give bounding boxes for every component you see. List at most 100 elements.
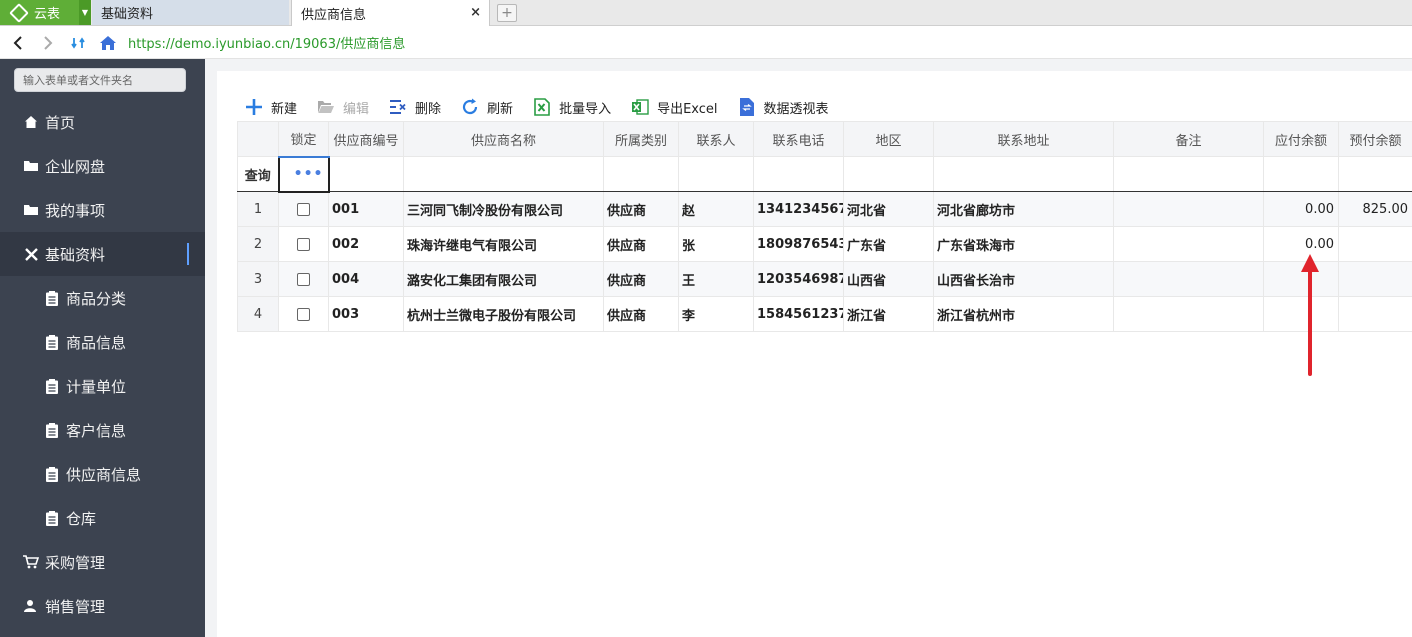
lock-checkbox-cell[interactable] (278, 191, 329, 227)
category-cell[interactable]: 供应商 (603, 296, 679, 332)
pivot-table-button[interactable]: 数据透视表 (738, 98, 829, 117)
filter-cell[interactable] (328, 156, 404, 192)
column-header-contact[interactable]: 联系人 (678, 121, 754, 157)
edit-button[interactable]: 编辑 (317, 98, 369, 117)
batch-import-button[interactable]: 批量导入 (533, 98, 611, 117)
sidebar-item-product-category[interactable]: 商品分类 (0, 276, 205, 320)
sidebar-item-purchasing[interactable]: 采购管理 (0, 540, 205, 584)
remark-cell[interactable] (1113, 226, 1264, 262)
app-menu-tab[interactable]: 云表 (0, 0, 79, 25)
filter-cell[interactable] (1338, 156, 1412, 192)
table-row[interactable]: 2 002 珠海许继电气有限公司 供应商 张 1809876543 广东省 广东… (237, 226, 1412, 262)
column-header-payable[interactable]: 应付余额 (1263, 121, 1339, 157)
forward-icon[interactable] (36, 31, 60, 55)
address-cell[interactable]: 浙江省杭州市 (933, 296, 1114, 332)
sidebar-search-input[interactable]: 输入表单或者文件夹名 (14, 68, 186, 92)
column-header-supplier-name[interactable]: 供应商名称 (403, 121, 604, 157)
new-button[interactable]: 新建 (245, 98, 297, 117)
column-header-region[interactable]: 地区 (843, 121, 934, 157)
url-text[interactable]: https://demo.iyunbiao.cn/19063/供应商信息 (128, 33, 405, 52)
table-row[interactable]: 1 001 三河同飞制冷股份有限公司 供应商 赵 1341234567 河北省 … (237, 191, 1412, 227)
more-icon[interactable]: ••• (294, 166, 324, 182)
phone-cell[interactable]: 1341234567 (753, 191, 844, 227)
lock-filter-cell[interactable]: ••• (277, 155, 330, 193)
lock-checkbox-cell[interactable] (278, 296, 329, 332)
category-cell[interactable]: 供应商 (603, 261, 679, 297)
filter-cell[interactable] (403, 156, 604, 192)
prepaid-cell[interactable] (1338, 226, 1412, 262)
filter-cell[interactable] (843, 156, 934, 192)
reload-icon[interactable] (66, 31, 90, 55)
lock-checkbox[interactable] (297, 202, 310, 216)
phone-cell[interactable]: 1203546987 (753, 261, 844, 297)
back-icon[interactable] (6, 31, 30, 55)
lock-checkbox[interactable] (297, 237, 310, 251)
phone-cell[interactable]: 1584561237 (753, 296, 844, 332)
new-tab-icon[interactable]: + (497, 4, 517, 22)
region-cell[interactable]: 广东省 (843, 226, 934, 262)
lock-checkbox-cell[interactable] (278, 261, 329, 297)
column-header-remark[interactable]: 备注 (1113, 121, 1264, 157)
payable-cell[interactable]: 0.00 (1263, 191, 1339, 227)
contact-cell[interactable]: 张 (678, 226, 754, 262)
lock-checkbox[interactable] (297, 307, 310, 321)
sidebar-item-product-info[interactable]: 商品信息 (0, 320, 205, 364)
filter-cell[interactable] (933, 156, 1114, 192)
sidebar-item-basic-data[interactable]: 基础资料 (0, 232, 205, 276)
filter-cell[interactable] (603, 156, 679, 192)
column-header-category[interactable]: 所属类别 (603, 121, 679, 157)
filter-cell[interactable] (1263, 156, 1339, 192)
table-row[interactable]: 3 004 潞安化工集团有限公司 供应商 王 1203546987 山西省 山西… (237, 261, 1412, 297)
filter-cell[interactable] (753, 156, 844, 192)
sidebar-item-warehouse[interactable]: 仓库 (0, 496, 205, 540)
phone-cell[interactable]: 1809876543 (753, 226, 844, 262)
column-header-supplier-code[interactable]: 供应商编号 (328, 121, 404, 157)
sidebar-item-sales[interactable]: 销售管理 (0, 584, 205, 628)
remark-cell[interactable] (1113, 261, 1264, 297)
remark-cell[interactable] (1113, 296, 1264, 332)
remark-cell[interactable] (1113, 191, 1264, 227)
supplier-code-cell[interactable]: 002 (328, 226, 404, 262)
export-excel-button[interactable]: 导出Excel (631, 98, 718, 117)
sidebar-item-units[interactable]: 计量单位 (0, 364, 205, 408)
address-cell[interactable]: 河北省廊坊市 (933, 191, 1114, 227)
close-icon[interactable]: × (470, 5, 481, 20)
supplier-code-cell[interactable]: 003 (328, 296, 404, 332)
column-header-prepaid[interactable]: 预付余额 (1338, 121, 1412, 157)
sidebar-item-supplier-info[interactable]: 供应商信息 (0, 452, 205, 496)
refresh-button[interactable]: 刷新 (461, 98, 513, 117)
column-header-lock[interactable]: 锁定 (278, 121, 329, 158)
lock-checkbox[interactable] (297, 272, 310, 286)
region-cell[interactable]: 山西省 (843, 261, 934, 297)
tab-supplier-info[interactable]: 供应商信息 × (291, 0, 490, 26)
contact-cell[interactable]: 王 (678, 261, 754, 297)
sidebar-item-home[interactable]: 首页 (0, 100, 205, 144)
sidebar-item-my-tasks[interactable]: 我的事项 (0, 188, 205, 232)
supplier-name-cell[interactable]: 杭州士兰微电子股份有限公司 (403, 296, 604, 332)
app-dropdown-icon[interactable]: ▼ (79, 0, 91, 25)
sidebar-item-customer-info[interactable]: 客户信息 (0, 408, 205, 452)
address-cell[interactable]: 山西省长治市 (933, 261, 1114, 297)
tab-basic-data[interactable]: 基础资料 (92, 0, 289, 25)
region-cell[interactable]: 河北省 (843, 191, 934, 227)
lock-checkbox-cell[interactable] (278, 226, 329, 262)
category-cell[interactable]: 供应商 (603, 226, 679, 262)
address-cell[interactable]: 广东省珠海市 (933, 226, 1114, 262)
delete-button[interactable]: 删除 (389, 98, 441, 117)
filter-cell[interactable] (678, 156, 754, 192)
supplier-name-cell[interactable]: 珠海许继电气有限公司 (403, 226, 604, 262)
prepaid-cell[interactable] (1338, 261, 1412, 297)
prepaid-cell[interactable] (1338, 296, 1412, 332)
home-icon[interactable] (96, 31, 120, 55)
supplier-code-cell[interactable]: 004 (328, 261, 404, 297)
filter-cell[interactable] (1113, 156, 1264, 192)
region-cell[interactable]: 浙江省 (843, 296, 934, 332)
column-header-address[interactable]: 联系地址 (933, 121, 1114, 157)
table-row[interactable]: 4 003 杭州士兰微电子股份有限公司 供应商 李 1584561237 浙江省… (237, 296, 1412, 332)
column-header-phone[interactable]: 联系电话 (753, 121, 844, 157)
supplier-code-cell[interactable]: 001 (328, 191, 404, 227)
contact-cell[interactable]: 赵 (678, 191, 754, 227)
category-cell[interactable]: 供应商 (603, 191, 679, 227)
prepaid-cell[interactable]: 825.00 (1338, 191, 1412, 227)
sidebar-item-cloud-drive[interactable]: 企业网盘 (0, 144, 205, 188)
